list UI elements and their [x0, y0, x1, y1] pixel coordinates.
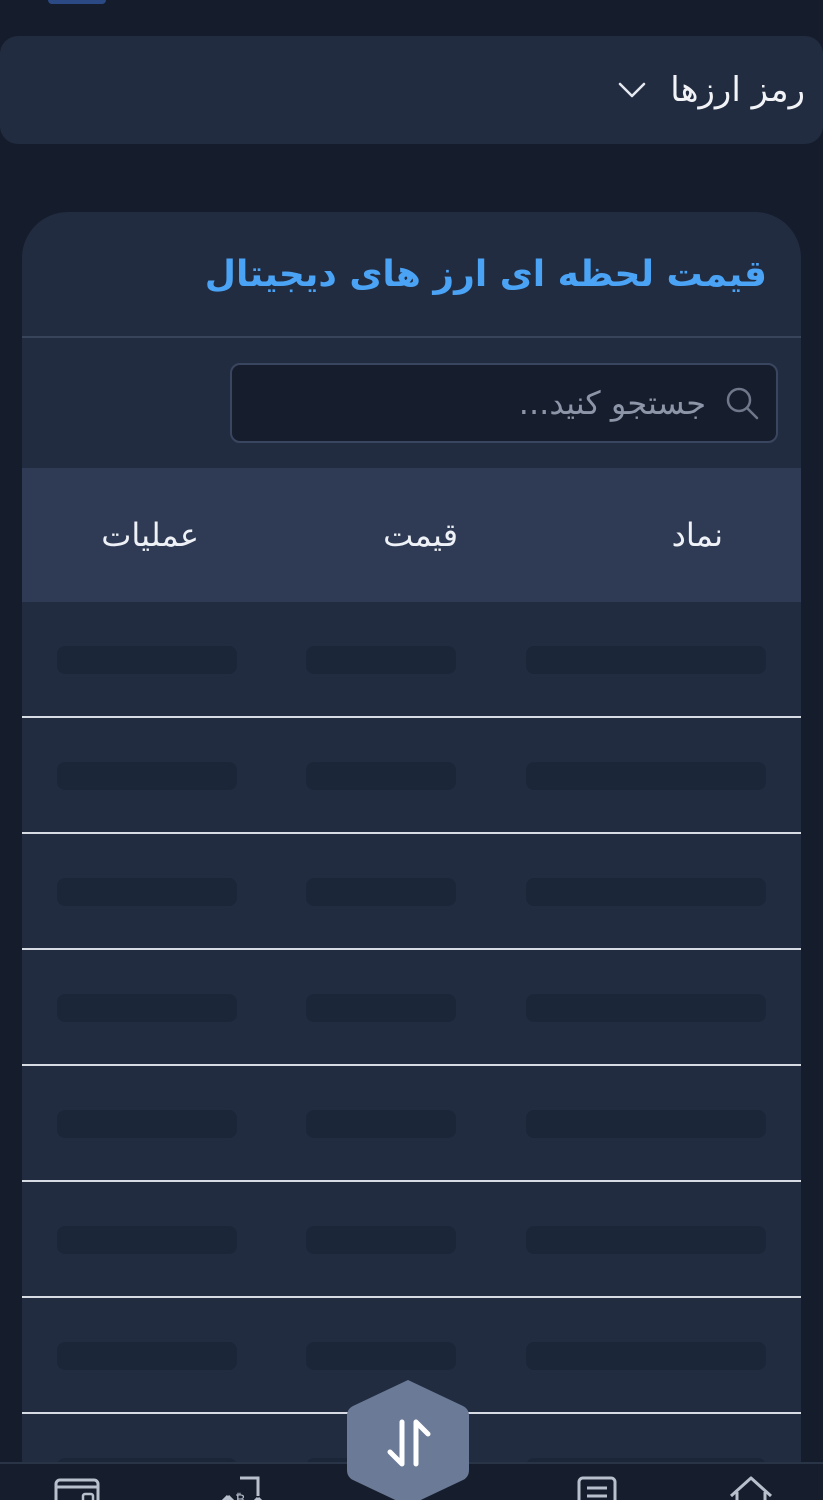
skeleton-price [306, 1226, 456, 1254]
skeleton-price [306, 1110, 456, 1138]
top-indicator [48, 0, 106, 4]
skeleton-symbol [526, 1110, 766, 1138]
skeleton-operations [57, 646, 237, 674]
skeleton-operations [57, 994, 237, 1022]
skeleton-price [306, 878, 456, 906]
skeleton-operations [57, 1342, 237, 1370]
skeleton-price [306, 1342, 456, 1370]
search-input[interactable] [244, 383, 708, 423]
table-row[interactable] [22, 834, 801, 950]
page: رمز ارزها قیمت لحظه ای ارز های دیجیتال ن… [0, 0, 823, 1500]
skeleton-operations [57, 878, 237, 906]
table-row[interactable] [22, 1066, 801, 1182]
table-row[interactable] [22, 1182, 801, 1298]
skeleton-symbol [526, 994, 766, 1022]
skeleton-operations [57, 1110, 237, 1138]
skeleton-operations [57, 1226, 237, 1254]
table-header: نماد قیمت عملیات [22, 468, 801, 602]
search-icon [722, 383, 762, 423]
price-card: قیمت لحظه ای ارز های دیجیتال نماد قیمت ع… [22, 212, 801, 1500]
home-icon[interactable] [727, 1474, 775, 1500]
chevron-down-icon [616, 74, 648, 106]
skeleton-symbol [526, 878, 766, 906]
column-header-price[interactable]: قیمت [383, 468, 458, 602]
dropdown-label: رمز ارزها [670, 70, 805, 110]
card-header: قیمت لحظه ای ارز های دیجیتال [22, 212, 801, 338]
skeleton-price [306, 994, 456, 1022]
skeleton-symbol [526, 1342, 766, 1370]
swap-button[interactable] [347, 1378, 469, 1500]
table-row[interactable] [22, 602, 801, 718]
column-header-operations: عملیات [101, 516, 199, 554]
orders-icon[interactable] [573, 1474, 621, 1500]
svg-text:₿: ₿ [235, 1492, 245, 1500]
skeleton-symbol [526, 762, 766, 790]
skeleton-price [306, 646, 456, 674]
currency-type-dropdown[interactable]: رمز ارزها [0, 36, 823, 144]
skeleton-symbol [526, 1226, 766, 1254]
column-header-symbol[interactable]: نماد [672, 468, 723, 602]
table-row[interactable] [22, 718, 801, 834]
skeleton-price [306, 762, 456, 790]
exchange-icon[interactable]: ₿ [218, 1474, 266, 1500]
skeleton-operations [57, 762, 237, 790]
wallet-icon[interactable] [53, 1474, 101, 1500]
table-row[interactable] [22, 950, 801, 1066]
card-title: قیمت لحظه ای ارز های دیجیتال [204, 253, 767, 295]
skeleton-symbol [526, 646, 766, 674]
search-box[interactable] [230, 363, 778, 443]
table-body [22, 602, 801, 1500]
